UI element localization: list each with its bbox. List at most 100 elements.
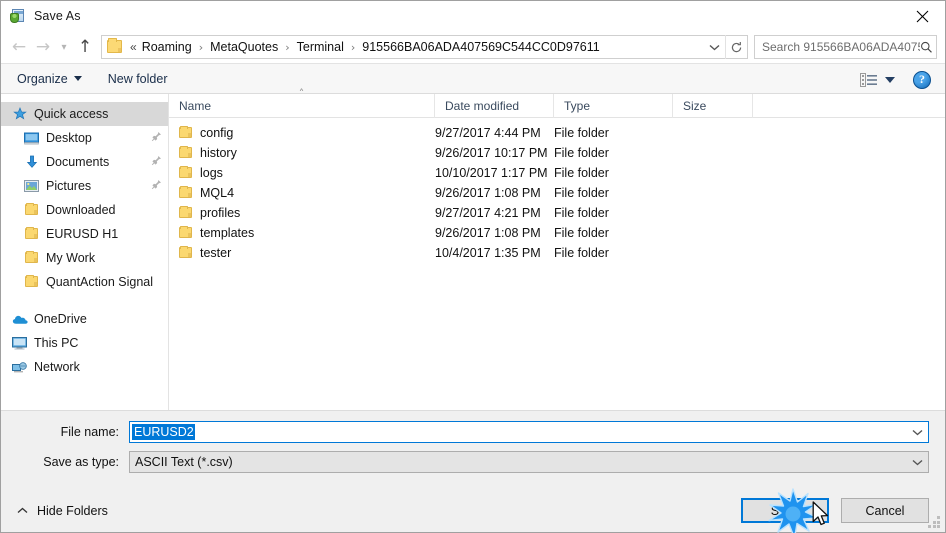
help-button[interactable]: ? xyxy=(913,70,931,89)
breadcrumb-separator-icon[interactable]: › xyxy=(347,41,359,54)
breadcrumb-separator-icon[interactable]: › xyxy=(195,41,207,54)
sidebar-item-onedrive[interactable]: OneDrive xyxy=(1,307,168,331)
navigation-pane: Quick access Desktop Documents Pictures … xyxy=(1,94,169,410)
column-header-row: ˄ Name Date modified Type Size xyxy=(169,88,945,118)
sidebar-item-label: EURUSD H1 xyxy=(46,227,119,241)
table-row[interactable]: MQL4 9/26/2017 1:08 PM File folder xyxy=(169,183,945,203)
organize-button[interactable]: Organize xyxy=(17,72,82,86)
breadcrumb-separator-icon[interactable]: › xyxy=(281,41,293,54)
arrow-right-icon: → xyxy=(35,36,51,57)
breadcrumb-item-metaquotes[interactable]: MetaQuotes xyxy=(207,39,281,55)
sidebar-item-desktop[interactable]: Desktop xyxy=(1,126,168,150)
table-row[interactable]: history 9/26/2017 10:17 PM File folder xyxy=(169,143,945,163)
column-header-date-modified[interactable]: Date modified xyxy=(435,93,554,118)
save-button[interactable]: Save xyxy=(741,498,829,523)
sidebar-item-my-work[interactable]: My Work xyxy=(1,246,168,270)
sidebar-item-downloaded[interactable]: Downloaded xyxy=(1,198,168,222)
resize-grip-icon[interactable] xyxy=(928,516,941,529)
table-row[interactable]: tester 10/4/2017 1:35 PM File folder xyxy=(169,243,945,263)
cell-name: profiles xyxy=(169,203,435,223)
cell-name: tester xyxy=(169,243,435,263)
file-name: profiles xyxy=(200,206,241,220)
sidebar-item-quick-access[interactable]: Quick access xyxy=(1,102,168,126)
column-label: Size xyxy=(683,98,707,113)
breadcrumb-item-terminal[interactable]: Terminal xyxy=(294,39,347,55)
folder-icon xyxy=(179,145,193,159)
chevron-down-icon xyxy=(912,459,922,465)
save-as-type-value: ASCII Text (*.csv) xyxy=(135,455,233,469)
column-label: Date modified xyxy=(445,98,520,113)
back-button[interactable]: ← xyxy=(7,35,31,59)
cell-date: 9/27/2017 4:44 PM xyxy=(435,126,541,140)
chevron-down-icon xyxy=(709,44,719,50)
table-row[interactable]: profiles 9/27/2017 4:21 PM File folder xyxy=(169,203,945,223)
breadcrumb-item-roaming[interactable]: Roaming xyxy=(139,39,195,55)
folder-icon xyxy=(179,225,193,239)
view-layout-icon[interactable] xyxy=(860,72,878,87)
recent-locations-button[interactable]: ▾ xyxy=(55,35,73,59)
hide-folders-label: Hide Folders xyxy=(37,503,108,518)
file-name: logs xyxy=(200,166,223,180)
cell-type: File folder xyxy=(554,226,609,240)
sidebar-item-label: QuantAction Signal xyxy=(46,275,154,289)
save-as-type-dropdown-button[interactable] xyxy=(906,452,928,472)
table-row[interactable]: config 9/27/2017 4:44 PM File folder xyxy=(169,123,945,143)
dialog-body: Quick access Desktop Documents Pictures … xyxy=(1,88,945,410)
cell-name: config xyxy=(169,123,435,143)
cell-type: File folder xyxy=(554,246,609,260)
search-box[interactable]: Search 915566BA06ADA40756... xyxy=(754,35,937,59)
sidebar-item-this-pc[interactable]: This PC xyxy=(1,331,168,355)
cancel-label: Cancel xyxy=(865,503,905,518)
this-pc-icon xyxy=(11,336,28,350)
folder-icon xyxy=(179,245,193,259)
table-row[interactable]: templates 9/26/2017 1:08 PM File folder xyxy=(169,223,945,243)
cancel-button[interactable]: Cancel xyxy=(841,498,929,523)
table-row[interactable]: logs 10/10/2017 1:17 PM File folder xyxy=(169,163,945,183)
folder-icon xyxy=(179,125,193,139)
file-name-input[interactable]: EURUSD2 xyxy=(129,421,929,443)
save-as-type-label: Save as type: xyxy=(43,455,119,469)
column-header-size[interactable]: Size xyxy=(673,93,753,118)
save-form: File name: EURUSD2 Save as type: ASCII T… xyxy=(1,410,945,489)
cell-date: 10/4/2017 1:35 PM xyxy=(435,246,541,260)
forward-button[interactable]: → xyxy=(31,35,55,59)
arrow-left-icon: ← xyxy=(11,36,27,57)
address-bar[interactable]: « Roaming › MetaQuotes › Terminal › 9155… xyxy=(101,35,748,59)
column-header-name[interactable]: ˄ Name xyxy=(169,88,435,118)
cell-size xyxy=(673,163,753,183)
folder-icon xyxy=(179,205,193,219)
up-button[interactable]: ↑ xyxy=(73,35,97,59)
sidebar-item-documents[interactable]: Documents xyxy=(1,150,168,174)
view-dropdown-button[interactable] xyxy=(885,76,895,83)
close-button[interactable] xyxy=(899,1,945,31)
sidebar-item-label: This PC xyxy=(34,336,79,350)
save-as-type-select[interactable]: ASCII Text (*.csv) xyxy=(129,451,929,473)
sidebar-item-eurusd-h1[interactable]: EURUSD H1 xyxy=(1,222,168,246)
sidebar-item-pictures[interactable]: Pictures xyxy=(1,174,168,198)
pin-icon[interactable] xyxy=(151,179,162,193)
file-name: MQL4 xyxy=(200,186,235,200)
hide-folders-button[interactable]: Hide Folders xyxy=(17,504,108,518)
cell-name: history xyxy=(169,143,435,163)
cell-size xyxy=(673,203,753,223)
column-header-type[interactable]: Type xyxy=(554,93,673,118)
sidebar-item-quantaction-signal[interactable]: QuantAction Signal xyxy=(1,270,168,294)
organize-label: Organize xyxy=(17,71,68,86)
file-name-value[interactable]: EURUSD2 xyxy=(132,424,195,440)
pin-icon[interactable] xyxy=(151,155,162,169)
cell-date: 9/27/2017 4:21 PM xyxy=(435,206,541,220)
sidebar-item-network[interactable]: Network xyxy=(1,355,168,379)
sidebar-item-label: Quick access xyxy=(34,107,109,121)
file-name-dropdown-button[interactable] xyxy=(906,422,928,442)
search-input[interactable]: Search 915566BA06ADA40756... xyxy=(762,40,920,54)
new-folder-button[interactable]: New folder xyxy=(108,72,168,86)
pin-icon[interactable] xyxy=(151,131,162,145)
breadcrumb-overflow[interactable]: « xyxy=(128,40,139,54)
breadcrumb-item-current[interactable]: 915566BA06ADA407569C544CC0D97611 xyxy=(359,39,602,55)
cell-date: 9/26/2017 10:17 PM xyxy=(435,146,548,160)
save-label: Save xyxy=(770,503,800,518)
address-dropdown-button[interactable] xyxy=(703,36,725,58)
cell-name: MQL4 xyxy=(169,183,435,203)
column-label: Type xyxy=(564,98,591,113)
refresh-button[interactable] xyxy=(725,35,747,59)
